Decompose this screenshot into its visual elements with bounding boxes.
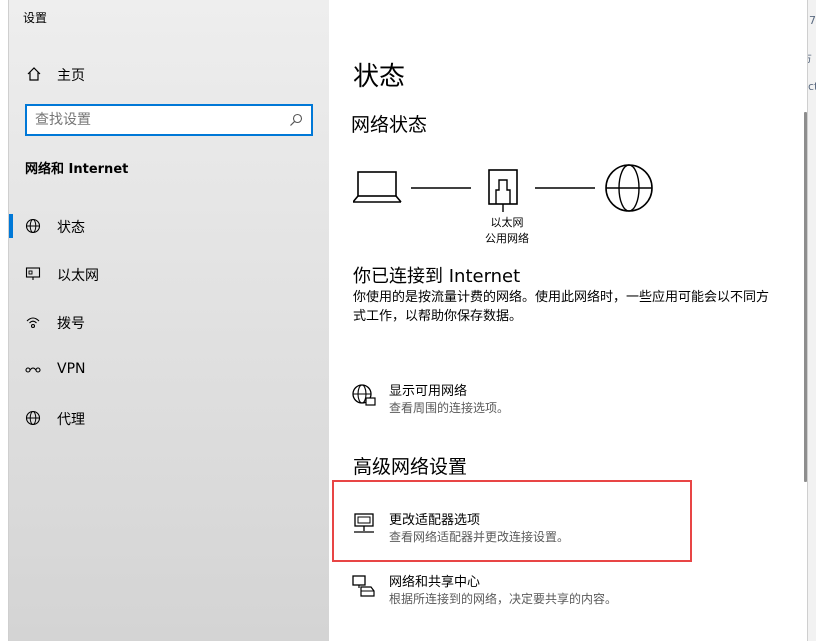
adapter-name-label: 以太网 <box>490 216 524 229</box>
search-box[interactable] <box>25 104 313 136</box>
search-input[interactable] <box>35 110 275 130</box>
search-icon[interactable] <box>289 113 303 127</box>
dialup-icon <box>26 317 40 329</box>
link-subtitle: 根据所连接到的网络，决定要共享的内容。 <box>389 592 618 606</box>
sidebar-item-proxy[interactable]: 代理 <box>9 394 329 442</box>
globe-network-icon <box>352 384 376 406</box>
home-icon <box>27 67 41 81</box>
network-type-label: 公用网络 <box>485 232 529 245</box>
vpn-icon <box>25 367 41 373</box>
background-right: 7 方 ct <box>801 0 816 641</box>
settings-window: 设置 主页 网络和 Internet 状态 <box>8 0 808 641</box>
window-title: 设置 <box>23 11 48 25</box>
globe-icon <box>25 218 41 234</box>
background-glyph: 7 <box>809 14 816 27</box>
section-title: 网络和 Internet <box>25 162 129 177</box>
advanced-settings-heading: 高级网络设置 <box>353 456 468 478</box>
sharing-center-icon <box>352 575 375 597</box>
show-available-networks-link[interactable]: 显示可用网络 查看周围的连接选项。 <box>351 380 751 420</box>
nav-list: 状态 以太网 拨号 VPN 代理 <box>9 202 329 442</box>
ethernet-port-icon <box>488 169 518 212</box>
link-subtitle: 查看周围的连接选项。 <box>389 401 510 415</box>
sidebar-item-label: 代理 <box>57 412 85 428</box>
sidebar-item-ethernet[interactable]: 以太网 <box>9 250 329 298</box>
sidebar-item-label: 状态 <box>57 220 85 236</box>
link-title: 显示可用网络 <box>389 384 468 399</box>
sidebar-item-label: 拨号 <box>57 316 85 332</box>
globe-icon <box>25 410 41 426</box>
connected-description: 你使用的是按流量计费的网络。使用此网络时，一些应用可能会以不同方式工作，以帮助你… <box>353 290 770 324</box>
network-sharing-center-link[interactable]: 网络和共享中心 根据所连接到的网络，决定要共享的内容。 <box>351 571 751 611</box>
network-status-heading: 网络状态 <box>351 114 428 136</box>
background-left <box>0 0 8 641</box>
sidebar-item-status[interactable]: 状态 <box>9 202 329 250</box>
background-glyph: ct <box>808 80 816 93</box>
highlight-box <box>332 480 692 562</box>
nav-home[interactable]: 主页 <box>9 58 329 90</box>
sidebar-item-label: VPN <box>57 361 86 377</box>
ethernet-icon <box>25 267 41 280</box>
sidebar-item-dialup[interactable]: 拨号 <box>9 298 329 346</box>
sidebar-item-vpn[interactable]: VPN <box>9 346 329 394</box>
page-title: 状态 <box>353 62 406 92</box>
connected-heading: 你已连接到 Internet <box>353 266 521 287</box>
scrollbar[interactable] <box>804 112 807 482</box>
nav-home-label: 主页 <box>57 68 85 84</box>
link-title: 网络和共享中心 <box>389 575 481 590</box>
internet-globe-icon <box>605 164 653 212</box>
sidebar-item-label: 以太网 <box>57 268 99 284</box>
computer-icon <box>353 171 402 203</box>
sidebar: 设置 主页 网络和 Internet 状态 <box>9 0 329 641</box>
